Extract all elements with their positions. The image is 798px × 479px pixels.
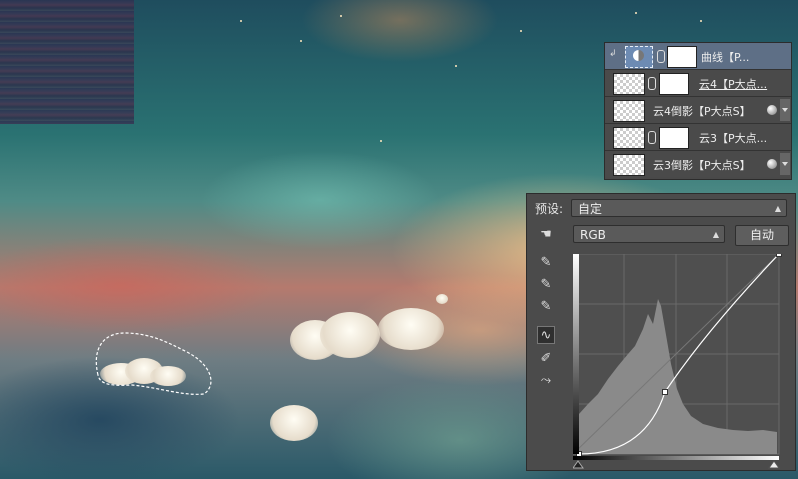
- layer-name: 云4【P大点...: [699, 78, 768, 91]
- star: [455, 65, 457, 67]
- star: [300, 40, 302, 42]
- layer-name: 云4倒影【P大点S】: [653, 105, 751, 118]
- preset-value: 自定: [578, 202, 603, 216]
- gray-eyedropper-icon[interactable]: ✎: [537, 276, 555, 294]
- white-point-slider[interactable]: [768, 460, 780, 469]
- pencil-icon[interactable]: ✐: [537, 350, 555, 368]
- preset-label: 预设:: [535, 202, 564, 216]
- updown-arrow-icon: ▲: [712, 230, 719, 239]
- layers-panel: ↲ 曲线【P... 云4【P大点... 云4倒影【P大点S】 云3【P大点...…: [604, 42, 792, 180]
- black-point-slider[interactable]: [573, 460, 584, 469]
- layer-row-cloud4[interactable]: 云4【P大点...: [605, 70, 791, 97]
- clip-arrow-icon: ↲: [609, 49, 617, 59]
- curves-graph[interactable]: [573, 254, 785, 470]
- black-eyedropper-icon[interactable]: ✎: [537, 254, 555, 272]
- lasso-selection[interactable]: [92, 330, 218, 398]
- layer-row-cloud3-reflection[interactable]: 云3倒影【P大点S】: [605, 151, 791, 177]
- white-eyedropper-icon[interactable]: ✎: [537, 298, 555, 316]
- layer-name: 云3倒影【P大点S】: [653, 159, 751, 172]
- layer-name: 云3【P大点...: [699, 132, 768, 145]
- layer-thumbnail: [613, 73, 645, 95]
- curve-point[interactable]: [662, 389, 668, 395]
- layer-mask-thumbnail[interactable]: [667, 46, 697, 68]
- curves-properties-panel: 预设: 自定 ▲ ☚ RGB ▲ 自动 ✎ ✎ ✎ ∿ ✐ ⤳: [526, 193, 796, 471]
- layer-row-cloud4-reflection[interactable]: 云4倒影【P大点S】: [605, 97, 791, 124]
- star: [340, 15, 342, 17]
- star: [635, 12, 637, 14]
- star: [520, 30, 522, 32]
- smooth-icon[interactable]: ⤳: [537, 372, 555, 390]
- layer-effects-icon[interactable]: [767, 159, 777, 169]
- layer-effects-icon[interactable]: [767, 105, 777, 115]
- preset-dropdown[interactable]: 自定 ▲: [571, 199, 787, 217]
- curve-point[interactable]: [776, 254, 782, 257]
- chevron-down-icon[interactable]: [780, 99, 790, 121]
- smart-object-thumbnail: [613, 100, 645, 122]
- layer-thumbnail: [613, 127, 645, 149]
- smart-object-thumbnail: [613, 154, 645, 176]
- link-icon[interactable]: [657, 50, 665, 63]
- link-icon[interactable]: [648, 131, 656, 144]
- hand-adjust-icon[interactable]: ☚: [537, 226, 555, 244]
- star: [700, 20, 702, 22]
- chevron-down-icon[interactable]: [780, 153, 790, 175]
- layer-mask-thumbnail[interactable]: [659, 73, 689, 95]
- channel-value: RGB: [580, 228, 606, 242]
- auto-button[interactable]: 自动: [735, 225, 789, 246]
- link-icon[interactable]: [648, 77, 656, 90]
- layer-mask-thumbnail[interactable]: [659, 127, 689, 149]
- updown-arrow-icon: ▲: [774, 204, 781, 213]
- curves-adjustment-icon: [633, 50, 644, 61]
- layer-name: 曲线【P...: [701, 51, 750, 64]
- star: [240, 20, 242, 22]
- layer-row-curves[interactable]: ↲ 曲线【P...: [605, 43, 791, 70]
- star: [380, 140, 382, 142]
- curve-point-icon[interactable]: ∿: [537, 326, 555, 344]
- channel-dropdown[interactable]: RGB ▲: [573, 225, 725, 243]
- layer-row-cloud3[interactable]: 云3【P大点...: [605, 124, 791, 151]
- navigator-thumbnail: [0, 0, 134, 124]
